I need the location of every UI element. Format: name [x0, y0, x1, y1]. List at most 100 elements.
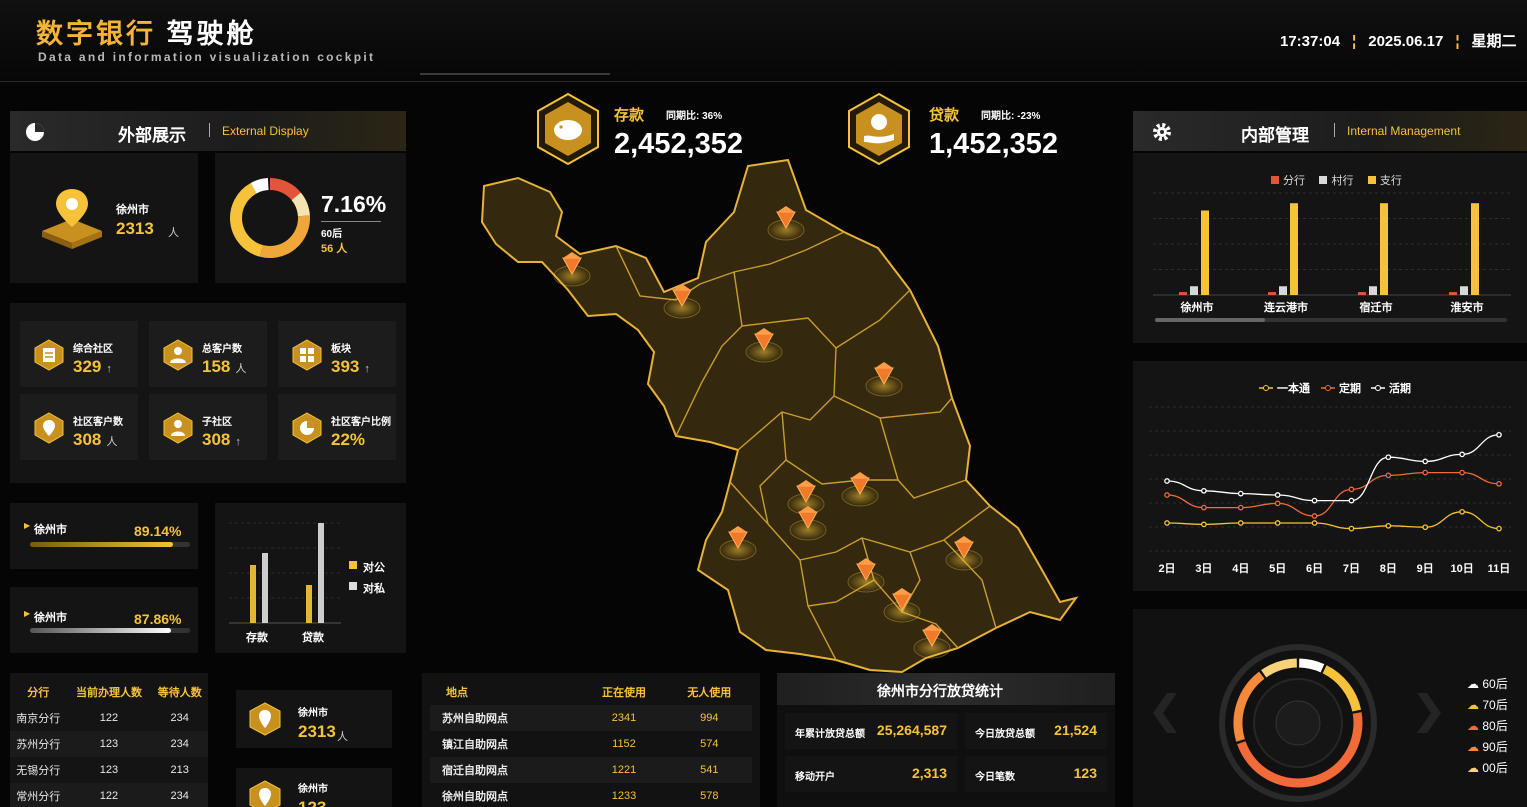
deposit-yoy: 同期比: 36%	[666, 111, 723, 122]
x-tick-label: 9日	[1417, 562, 1434, 575]
stat-label: 综合社区	[73, 344, 113, 355]
table-row: 无锡分行 123 213	[16, 764, 189, 777]
bar-对私	[262, 553, 268, 623]
user-icon	[163, 339, 193, 371]
series-line-一本通	[1166, 511, 1500, 530]
data-point	[1311, 497, 1318, 504]
data-point	[1201, 487, 1207, 494]
ring-core-deco	[1275, 700, 1321, 746]
data-point	[1385, 472, 1392, 479]
title-sub: 驾驶舱	[166, 19, 257, 49]
age-legend-item: ☁ 00后	[1467, 761, 1508, 775]
city-count: 2313	[116, 219, 154, 238]
col-header: 分行	[27, 687, 50, 699]
map-pin-icon	[34, 412, 64, 444]
data-point	[1459, 451, 1465, 458]
header: 数字银行 驾驶舱 Data and information visualizat…	[0, 0, 1527, 82]
legend-swatch-private	[349, 582, 357, 590]
x-tick-label: 8日	[1380, 562, 1397, 575]
city-count-unit: 人	[168, 227, 179, 239]
table-row: 镇江自助网点 1152 574	[442, 738, 719, 751]
scrollbar-thumb[interactable]	[1155, 318, 1265, 322]
col-header: 正在使用	[601, 687, 646, 699]
bar-分行	[1268, 292, 1276, 295]
document-icon	[34, 339, 64, 371]
legend-dot	[1375, 385, 1381, 391]
data-point	[1311, 520, 1318, 526]
donut-group: 60后	[321, 229, 343, 240]
bar-支行	[1201, 210, 1209, 295]
progress-city: 徐州市	[34, 524, 67, 536]
data-point	[1459, 469, 1465, 476]
data-point	[1311, 513, 1318, 519]
stat-label: 子社区	[202, 417, 232, 428]
x-tick-label: 3日	[1195, 562, 1212, 575]
x-tick-label: 徐州市	[1180, 300, 1214, 314]
city-name: 徐州市	[116, 204, 149, 216]
stat-label: 板块	[331, 344, 351, 355]
donut-segment	[291, 192, 310, 217]
bar-村行	[1369, 286, 1377, 295]
data-point	[1201, 504, 1207, 511]
bar-分行	[1449, 292, 1457, 295]
legend-dot	[1325, 385, 1331, 391]
city-card-count: 2313	[298, 722, 336, 741]
chart-scrollbar[interactable]	[1155, 318, 1507, 322]
internal-title: 内部管理	[1241, 126, 1309, 145]
map-pin-icon	[249, 702, 281, 736]
chevron-left-icon	[1153, 693, 1177, 733]
internal-title-en: Internal Management	[1347, 124, 1461, 138]
internal-panel-header: 内部管理 Internal Management	[1133, 111, 1527, 151]
data-point	[1348, 486, 1355, 493]
data-point	[1348, 525, 1355, 532]
clock-date: 2025.06.17	[1368, 33, 1444, 50]
city-card-name: 徐州市	[298, 708, 328, 719]
x-tick-label: 10日	[1450, 562, 1473, 575]
data-point	[1496, 431, 1502, 438]
table-row: 南京分行 122 234	[16, 712, 189, 725]
bar-支行	[1380, 203, 1388, 295]
age-legend-item: ☁ 90后	[1467, 740, 1508, 754]
data-point	[1274, 520, 1281, 526]
data-point	[1385, 454, 1392, 461]
line-chart-panel: 一本通 定期 活期 2日 3日 4日 5日 6日 7日 8日 9日 10日 11日	[1133, 361, 1527, 591]
progress-value: 89.14%	[134, 523, 182, 539]
atm-usage-panel: 地点 正在使用 无人使用 苏州自助网点 2341 994 镇江自助网点 1152 574 宿…	[422, 673, 760, 807]
age-legend-item: ☁ 70后	[1467, 698, 1508, 712]
legend-label: 一本通	[1277, 381, 1310, 395]
bar-对公	[306, 585, 312, 623]
data-point	[1348, 497, 1355, 504]
progress-track	[30, 542, 190, 547]
stat-card: 板块 393 ↑	[278, 321, 396, 387]
stat-card: 子社区 308 ↑	[149, 394, 267, 460]
age-donut-chart	[230, 178, 310, 258]
progress-card: ▶ 徐州市 89.14%	[10, 503, 198, 569]
stat-label: 社区客户数	[73, 417, 123, 428]
data-point	[1237, 520, 1244, 526]
external-title-en: External Display	[222, 124, 309, 138]
table-row: 宿迁自助网点 1221 541	[430, 757, 752, 783]
page-title: 数字银行 驾驶舱	[36, 12, 257, 51]
data-point	[1164, 478, 1170, 484]
bar-支行	[1471, 203, 1479, 295]
city-card-name: 徐州市	[298, 784, 328, 795]
stat-value: 329 ↑	[73, 357, 112, 376]
loan-stat-cell: 今日笔数 123	[965, 756, 1107, 792]
ring-slice-60后	[1298, 658, 1325, 673]
col-header: 等待人数	[157, 687, 202, 699]
stat-value: 22%	[331, 430, 366, 449]
x-tick-label: 5日	[1269, 562, 1286, 575]
loan-stat-cell: 移动开户 2,313	[785, 756, 957, 792]
data-point	[1274, 492, 1281, 498]
x-tick-label: 6日	[1306, 562, 1323, 575]
header-deco	[420, 73, 610, 75]
progress-value: 87.86%	[134, 611, 182, 627]
stat-label: 总客户数	[202, 344, 242, 355]
table-row: 徐州自助网点 1233 578	[442, 790, 719, 803]
clock-time: 17:37:04	[1280, 33, 1341, 50]
province-map[interactable]	[470, 150, 1110, 690]
chevron-right-icon	[1417, 693, 1441, 733]
data-point	[1237, 504, 1244, 511]
data-point	[1422, 469, 1429, 476]
x-tick-label: 宿迁市	[1360, 300, 1393, 314]
